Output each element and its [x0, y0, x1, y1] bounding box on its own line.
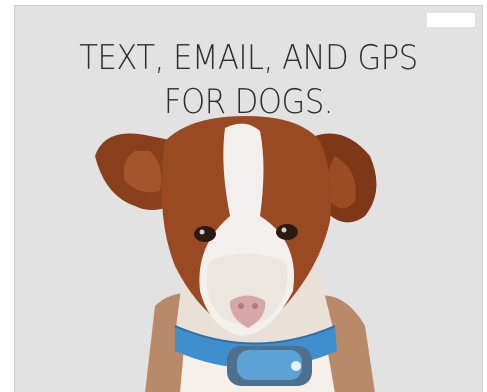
ad-banner[interactable]: TEXT, EMAIL, AND GPS FOR DOGS. — [14, 5, 483, 392]
puppy-with-gps-collar-image — [95, 116, 377, 392]
